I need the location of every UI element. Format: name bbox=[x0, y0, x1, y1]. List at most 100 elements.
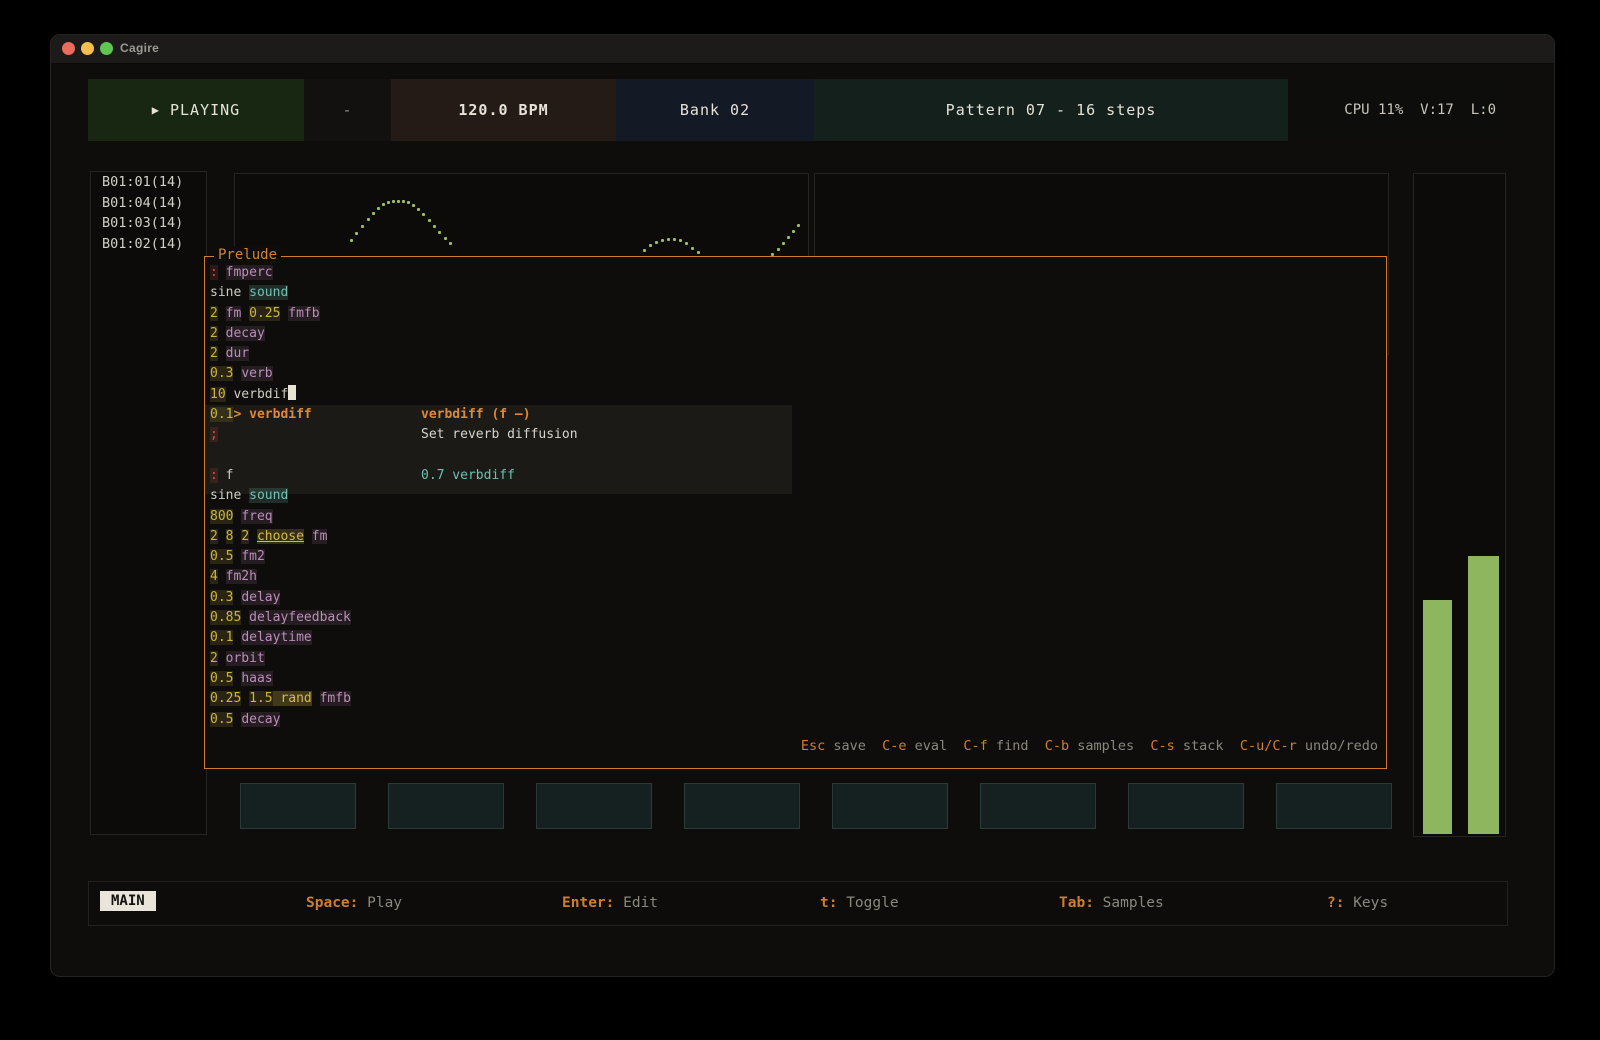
sample-slot[interactable] bbox=[240, 783, 356, 829]
pattern-list-item[interactable]: B01:03(14) bbox=[91, 213, 206, 234]
code-token: 800 bbox=[210, 509, 233, 524]
statusbar-shortcut: Enter: Edit bbox=[562, 895, 658, 911]
level-meter-panel bbox=[1413, 173, 1506, 837]
waveform-dot bbox=[361, 225, 364, 228]
code-token: 0.1 bbox=[210, 407, 233, 422]
code-token bbox=[218, 265, 226, 280]
code-token: 0.5 bbox=[210, 671, 233, 686]
text-cursor bbox=[288, 385, 296, 400]
sample-slot[interactable] bbox=[684, 783, 800, 829]
sample-slot[interactable] bbox=[388, 783, 504, 829]
autocomplete-doc-line: 0.7 verbdiff bbox=[421, 466, 515, 486]
code-token bbox=[241, 610, 249, 625]
editor-shortcut-label: find bbox=[988, 738, 1045, 754]
bank-display[interactable]: Bank 02 bbox=[616, 79, 814, 141]
close-icon[interactable] bbox=[62, 42, 75, 55]
waveform-dot bbox=[685, 242, 688, 245]
bpm-value: 120.0 BPM bbox=[458, 101, 548, 119]
code-token bbox=[218, 346, 226, 361]
code-line: 2 dur bbox=[210, 344, 1382, 364]
code-token: sine bbox=[210, 488, 241, 503]
desktop: Cagire ▶PLAYING - 120.0 BPM Bank 02 Patt… bbox=[0, 0, 1600, 1040]
code-token bbox=[241, 691, 249, 706]
waveform-dot bbox=[392, 200, 395, 203]
editor-shortcut-key: Esc bbox=[801, 738, 825, 754]
code-token bbox=[241, 407, 249, 422]
cpu-stats: CPU 11% V:17 L:0 bbox=[1288, 79, 1508, 141]
waveform-dot bbox=[402, 200, 405, 203]
code-token: orbit bbox=[226, 651, 265, 666]
code-token: 0.25 bbox=[210, 691, 241, 706]
dash-label: - bbox=[342, 101, 352, 119]
window-title: Cagire bbox=[120, 41, 159, 55]
editor-shortcut-label: undo/redo bbox=[1297, 738, 1378, 754]
waveform-dot bbox=[382, 203, 385, 206]
sample-slot[interactable] bbox=[1276, 783, 1392, 829]
code-token: 4 bbox=[210, 569, 218, 584]
level-meter-bar bbox=[1423, 600, 1452, 834]
waveform-dot bbox=[777, 248, 780, 251]
code-token: 0.1 bbox=[210, 630, 233, 645]
code-line: 10 verbdif bbox=[210, 385, 1382, 405]
transport-status[interactable]: ▶PLAYING bbox=[88, 79, 304, 141]
code-token: verbdiff bbox=[249, 407, 312, 422]
code-token: : bbox=[210, 468, 218, 483]
sample-slot[interactable] bbox=[980, 783, 1096, 829]
waveform-dot bbox=[444, 237, 447, 240]
minimize-icon[interactable] bbox=[81, 42, 94, 55]
pattern-list-item[interactable]: B01:02(14) bbox=[91, 234, 206, 255]
editor-shortcuts: Esc save C-e eval C-f find C-b samples C… bbox=[801, 738, 1378, 754]
code-line: 0.1 delaytime bbox=[210, 628, 1382, 648]
pattern-list-item[interactable]: B01:01(14) bbox=[91, 172, 206, 193]
code-token bbox=[241, 306, 249, 321]
code-token: fmfb bbox=[320, 691, 351, 706]
code-line: 0.5 decay bbox=[210, 710, 1382, 730]
bpm-display[interactable]: 120.0 BPM bbox=[391, 79, 616, 141]
statusbar-shortcut-label: Edit bbox=[614, 895, 658, 911]
bank-value: Bank 02 bbox=[680, 101, 750, 119]
code-line: 0.5 haas bbox=[210, 669, 1382, 689]
code-token: 2 bbox=[210, 529, 218, 544]
pattern-display[interactable]: Pattern 07 - 16 steps bbox=[814, 79, 1288, 141]
statusbar-shortcut-key: Enter: bbox=[562, 895, 614, 911]
code-token: 0.5 bbox=[210, 712, 233, 727]
sample-slot[interactable] bbox=[1128, 783, 1244, 829]
code-token: 2 bbox=[210, 651, 218, 666]
code-token: 2 bbox=[210, 306, 218, 321]
statusbar-shortcut-label: Toggle bbox=[837, 895, 898, 911]
code-token: 0.3 bbox=[210, 366, 233, 381]
sample-slot[interactable] bbox=[832, 783, 948, 829]
code-token: decay bbox=[226, 326, 265, 341]
waveform-dot bbox=[792, 230, 795, 233]
editor-shortcut-label: eval bbox=[907, 738, 964, 754]
code-line: ; bbox=[210, 425, 1382, 445]
waveform-dot bbox=[667, 238, 670, 241]
code-token: fm2 bbox=[241, 549, 264, 564]
code-line: : fmperc bbox=[210, 263, 1382, 283]
code-token: 2 bbox=[210, 326, 218, 341]
waveform-dot bbox=[655, 241, 658, 244]
code-line: 0.85 delayfeedback bbox=[210, 608, 1382, 628]
code-token bbox=[218, 326, 226, 341]
statusbar-shortcut-key: t: bbox=[820, 895, 837, 911]
waveform-dot bbox=[661, 239, 664, 242]
cpu-stats-value: CPU 11% V:17 L:0 bbox=[1344, 102, 1496, 118]
code-token: sound bbox=[249, 488, 288, 503]
sample-slot[interactable] bbox=[536, 783, 652, 829]
status-bar: MAIN Space: PlayEnter: Editt: ToggleTab:… bbox=[88, 881, 1508, 926]
code-token: 2 bbox=[241, 529, 249, 544]
code-token bbox=[218, 468, 226, 483]
code-token bbox=[304, 529, 312, 544]
waveform-dot bbox=[679, 239, 682, 242]
maximize-icon[interactable] bbox=[100, 42, 113, 55]
title-bar: Cagire bbox=[51, 35, 1554, 64]
code-area[interactable]: : fmperc sine sound 2 fm 0.25 fmfb 2 decay 2… bbox=[210, 263, 1382, 728]
code-token: fm bbox=[226, 306, 242, 321]
code-token bbox=[241, 488, 249, 503]
editor-shortcut-key: C-e bbox=[882, 738, 906, 754]
code-token: 2 bbox=[210, 346, 218, 361]
code-editor[interactable]: Prelude : fmpercsine sound2 fm 0.25 fmfb… bbox=[204, 256, 1387, 769]
pattern-list-item[interactable]: B01:04(14) bbox=[91, 193, 206, 214]
statusbar-shortcut-key: ?: bbox=[1327, 895, 1344, 911]
code-token: dur bbox=[226, 346, 249, 361]
